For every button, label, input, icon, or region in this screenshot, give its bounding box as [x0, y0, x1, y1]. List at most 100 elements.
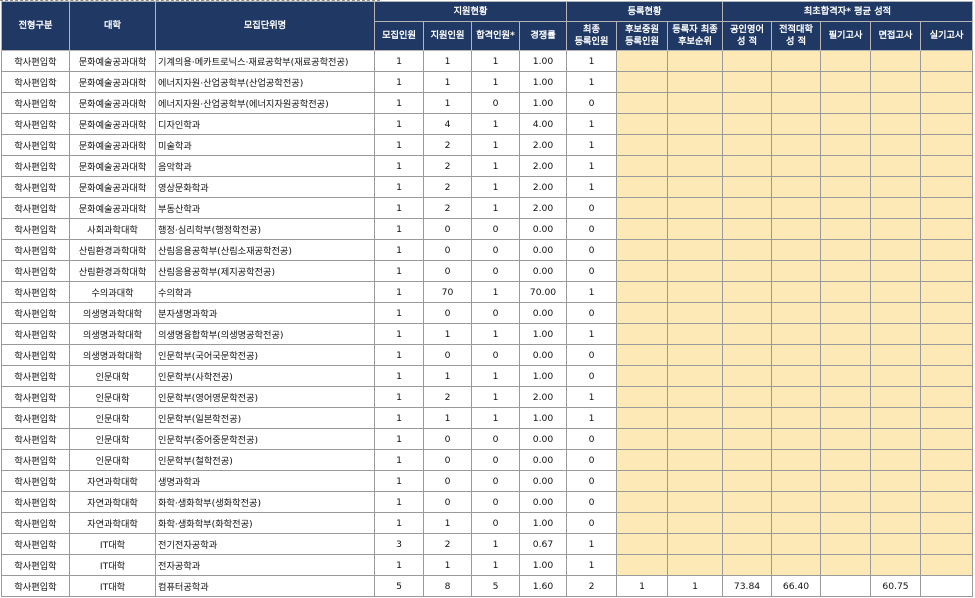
cell-jiwon: 0	[423, 302, 472, 324]
cell-practical	[919, 197, 974, 219]
cell-mojip: 1	[374, 134, 424, 156]
cell-rate: 0.00	[519, 239, 567, 261]
cell-written	[820, 554, 871, 576]
admission-results-table: 전형구분 대학 모집단위명 지원현황 등록현황 최초합격자* 평균 성적 모집인…	[1, 1, 974, 597]
cell-hapgyeok: 0	[471, 302, 520, 324]
cell-prev-univ	[771, 344, 821, 366]
cell-type: 학사편입학	[1, 239, 70, 261]
cell-final-reg: 1	[566, 407, 617, 429]
cell-jiwon: 2	[423, 176, 472, 198]
cell-practical	[919, 554, 974, 576]
cell-rate: 0.00	[519, 302, 567, 324]
cell-hubo-rank	[667, 512, 723, 534]
cell-jiwon: 4	[423, 113, 472, 135]
cell-jiwon: 1	[423, 71, 472, 93]
cell-hubo-reg	[616, 50, 668, 72]
cell-written	[820, 197, 871, 219]
cell-english	[722, 386, 772, 408]
cell-mojip: 3	[374, 533, 424, 555]
cell-final-reg: 0	[566, 491, 617, 513]
header-prev-univ-line2: 성 적	[785, 36, 807, 47]
cell-hapgyeok: 1	[471, 71, 520, 93]
cell-hubo-rank	[667, 491, 723, 513]
cell-hubo-reg	[616, 92, 668, 114]
cell-hapgyeok: 1	[471, 365, 520, 387]
cell-college: 의생명과학대학	[69, 323, 156, 345]
header-english-line2: 성 적	[736, 36, 758, 47]
cell-final-reg: 1	[566, 155, 617, 177]
cell-type: 학사편입학	[1, 575, 70, 597]
cell-hubo-rank	[667, 50, 723, 72]
cell-mojip: 1	[374, 218, 424, 240]
cell-unit: 부동산학과	[155, 197, 375, 219]
cell-unit: 음악학과	[155, 155, 375, 177]
cell-type: 학사편입학	[1, 50, 70, 72]
cell-final-reg: 0	[566, 302, 617, 324]
cell-interview	[870, 218, 921, 240]
header-jiwon: 지원인원	[423, 21, 472, 51]
cell-practical	[919, 512, 974, 534]
cell-interview	[870, 92, 921, 114]
cell-hubo-reg	[616, 491, 668, 513]
cell-hapgyeok: 1	[471, 113, 520, 135]
cell-rate: 70.00	[519, 281, 567, 303]
cell-type: 학사편입학	[1, 407, 70, 429]
cell-hapgyeok: 1	[471, 386, 520, 408]
cell-hapgyeok: 1	[471, 50, 520, 72]
table-row: 학사편입학 문화예술공과대학 기계의용·메카트로닉스·재료공학부(재료공학전공)…	[1, 50, 974, 72]
cell-hubo-rank	[667, 323, 723, 345]
cell-practical	[919, 239, 974, 261]
cell-jiwon: 70	[423, 281, 472, 303]
cell-interview	[870, 239, 921, 261]
cell-written	[820, 71, 871, 93]
cell-hubo-reg	[616, 470, 668, 492]
cell-english	[722, 302, 772, 324]
header-score-group: 최초합격자* 평균 성적	[721, 1, 974, 22]
table-row: 학사편입학 인문대학 인문학부(사학전공) 1 1 1 1.00 0	[1, 365, 974, 387]
cell-type: 학사편입학	[1, 197, 70, 219]
cell-final-reg: 1	[566, 134, 617, 156]
cell-practical	[919, 386, 974, 408]
header-deungrok-group: 등록현황	[566, 1, 723, 22]
cell-hapgyeok: 0	[471, 218, 520, 240]
table-row: 학사편입학 의생명과학대학 의생명융합학부(의생명공학전공) 1 1 1 1.0…	[1, 323, 974, 345]
cell-type: 학사편입학	[1, 323, 70, 345]
cell-hubo-rank	[667, 71, 723, 93]
header-english-line1: 공인영어	[730, 24, 764, 35]
cell-mojip: 1	[374, 323, 424, 345]
cell-type: 학사편입학	[1, 281, 70, 303]
table-row: 학사편입학 인문대학 인문학부(철학전공) 1 0 0 0.00 0	[1, 449, 974, 471]
cell-hubo-reg	[616, 218, 668, 240]
header-mojip-danwi: 모집단위명	[155, 1, 375, 51]
header-rate: 경쟁률	[519, 21, 567, 51]
cell-unit: 인문학부(영어영문학전공)	[155, 386, 375, 408]
cell-jiwon: 2	[423, 197, 472, 219]
cell-prev-univ	[771, 491, 821, 513]
cell-interview	[870, 323, 921, 345]
cell-hapgyeok: 1	[471, 134, 520, 156]
cell-hapgyeok: 1	[471, 155, 520, 177]
header-jiwon-group: 지원현황	[374, 1, 567, 22]
cell-mojip: 5	[374, 575, 424, 597]
cell-english	[722, 134, 772, 156]
cell-written	[820, 365, 871, 387]
cell-prev-univ	[771, 155, 821, 177]
table-row: 학사편입학 자연과학대학 화학·생화학부(생화학전공) 1 0 0 0.00 0	[1, 491, 974, 513]
cell-english: 73.84	[722, 575, 772, 597]
cell-hubo-rank	[667, 260, 723, 282]
cell-jiwon: 2	[423, 134, 472, 156]
cell-unit: 인문학부(중어중문학전공)	[155, 428, 375, 450]
cell-hubo-rank	[667, 302, 723, 324]
cell-written	[820, 470, 871, 492]
cell-prev-univ	[771, 92, 821, 114]
cell-prev-univ	[771, 239, 821, 261]
cell-jiwon: 1	[423, 512, 472, 534]
header-jeonhyeong: 전형구분	[1, 1, 70, 51]
header-hubo-rank-line1: 등록자 최종	[672, 24, 718, 35]
table-row: 학사편입학 수의과대학 수의학과 1 70 1 70.00 1	[1, 281, 974, 303]
cell-interview	[870, 533, 921, 555]
cell-prev-univ	[771, 554, 821, 576]
cell-final-reg: 1	[566, 113, 617, 135]
cell-english	[722, 92, 772, 114]
cell-unit: 에너지자원·산업공학부(산업공학전공)	[155, 71, 375, 93]
